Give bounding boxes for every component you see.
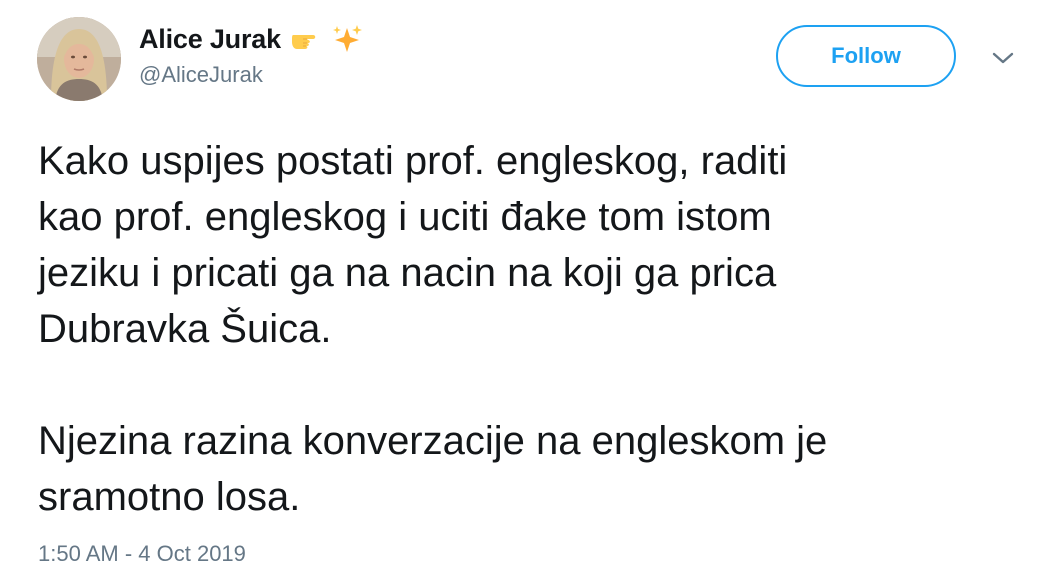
tweet-line: sramotno losa. (38, 475, 301, 519)
chevron-down-icon[interactable] (991, 50, 1015, 66)
tweet-line: Kako uspijes postati prof. engleskog, ra… (38, 139, 788, 183)
pointing-hand-icon (291, 35, 316, 49)
tweet-paragraph: Kako uspijes postati prof. engleskog, ra… (38, 133, 1028, 357)
tweet-line: kao prof. engleskog i uciti đake tom ist… (38, 195, 772, 239)
tweet-card: Alice Jurak @AliceJurak Follow Kako uspi… (0, 0, 1041, 584)
tweet-line: Dubravka Šuica. (38, 307, 332, 351)
tweet-text: Kako uspijes postati prof. engleskog, ra… (38, 133, 1028, 525)
name-emojis (291, 24, 363, 54)
user-info: Alice Jurak @AliceJurak (139, 22, 363, 88)
display-name[interactable]: Alice Jurak (139, 24, 281, 55)
avatar-image (37, 17, 121, 101)
avatar[interactable] (37, 17, 121, 101)
name-row: Alice Jurak (139, 22, 363, 56)
follow-button[interactable]: Follow (776, 25, 956, 87)
user-handle[interactable]: @AliceJurak (139, 62, 363, 88)
timestamp[interactable]: 1:50 AM - 4 Oct 2019 (38, 541, 246, 567)
sparkles-icon (332, 25, 362, 52)
tweet-paragraph: Njezina razina konverzacije na engleskom… (38, 413, 1028, 525)
tweet-line: jeziku i pricati ga na nacin na koji ga … (38, 251, 777, 295)
tweet-line: Njezina razina konverzacije na engleskom… (38, 419, 828, 463)
